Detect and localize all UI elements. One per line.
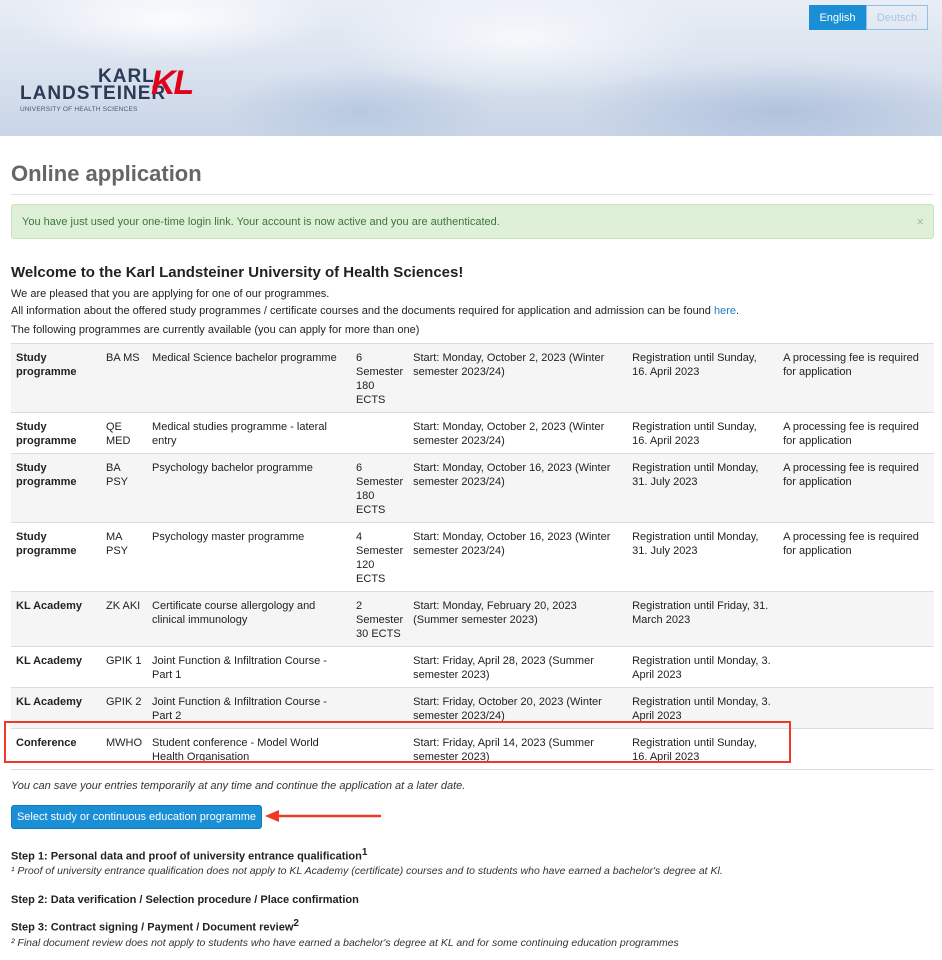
save-note: You can save your entries temporarily at… [11,780,466,792]
programme-ects: 2 Semester 30 ECTS [351,591,409,647]
title-divider [11,194,933,195]
programme-type: Conference [11,728,101,770]
programme-registration: Registration until Sunday, 16. April 202… [627,412,779,454]
programme-name: Joint Function & Infiltration Course - P… [147,687,352,729]
programme-start: Start: Monday, February 20, 2023 (Summer… [408,591,628,647]
programme-code: MA PSY [101,522,148,592]
programme-start: Start: Friday, April 28, 2023 (Summer se… [408,646,628,688]
programme-type: Study programme [11,412,101,454]
page-title: Online application [11,161,202,186]
alert-message: You have just used your one-time login l… [22,216,500,228]
programme-ects [351,728,409,770]
programme-registration: Registration until Monday, 3. April 2023 [627,687,779,729]
step-1-heading: Step 1: Personal data and proof of unive… [11,847,367,863]
programme-code: ZK AKI [101,591,148,647]
programme-fee-note [778,728,934,770]
table-row: KL Academy GPIK 2 Joint Function & Infiltr… [11,687,934,729]
programme-code: QE MED [101,412,148,454]
programme-ects [351,687,409,729]
programme-fee-note [778,687,934,729]
table-row: Study programme BA MS Medical Science bach… [11,343,934,413]
programme-code: MWHO [101,728,148,770]
programme-start: Start: Monday, October 2, 2023 (Winter s… [408,412,628,454]
programme-type: KL Academy [11,687,101,729]
header-banner: KARL LANDSTEINER KL UNIVERSITY OF HEALTH… [0,0,942,136]
table-row: Conference MWHO Student conference - Model… [11,728,934,770]
logo-text-landsteiner: LANDSTEINER [20,83,167,104]
programme-fee-note [778,646,934,688]
programme-code: GPIK 1 [101,646,148,688]
programme-name: Psychology bachelor programme [147,453,352,523]
programme-type: Study programme [11,453,101,523]
table-row: Study programme BA PSY Psychology bachelor… [11,453,934,523]
programme-registration: Registration until Monday, 31. July 2023 [627,453,779,523]
table-row: Study programme QE MED Medical studies pro… [11,412,934,454]
programme-ects [351,412,409,454]
programme-fee-note: A processing fee is required for applica… [778,453,934,523]
programme-start: Start: Friday, October 20, 2023 (Winter … [408,687,628,729]
intro-text-1: We are pleased that you are applying for… [11,288,330,300]
programme-registration: Registration until Monday, 3. April 2023 [627,646,779,688]
programme-name: Medical Science bachelor programme [147,343,352,413]
programme-fee-note: A processing fee is required for applica… [778,522,934,592]
programme-ects: 6 Semester 180 ECTS [351,453,409,523]
intro-text-3: The following programmes are currently a… [11,324,420,336]
programme-start: Start: Monday, October 16, 2023 (Winter … [408,522,628,592]
programme-type: KL Academy [11,646,101,688]
step-1-text: Step 1: Personal data and proof of unive… [11,850,362,863]
programme-type: Study programme [11,522,101,592]
step-1-footnote-marker: 1 [361,847,368,858]
logo-subtitle: UNIVERSITY OF HEALTH SCIENCES [20,106,138,113]
intro-text-2: All information about the offered study … [11,305,739,317]
programme-registration: Registration until Sunday, 16. April 202… [627,343,779,413]
programmes-table: Study programme BA MS Medical Science bach… [11,343,934,770]
programme-ects [351,646,409,688]
footnote-2: ² Final document review does not apply t… [11,937,679,949]
close-icon[interactable]: × [916,214,924,229]
programme-registration: Registration until Sunday, 16. April 202… [627,728,779,770]
programme-name: Joint Function & Infiltration Course - P… [147,646,352,688]
table-row: KL Academy GPIK 1 Joint Function & Infiltr… [11,646,934,688]
language-german-button[interactable]: Deutsch [866,5,928,30]
intro-text-2-end: . [736,305,740,317]
programme-code: GPIK 2 [101,687,148,729]
step-2-heading: Step 2: Data verification / Selection pr… [11,894,359,906]
programme-name: Psychology master programme [147,522,352,592]
step-3-footnote-marker: 2 [293,918,299,929]
programme-start: Start: Monday, October 16, 2023 (Winter … [408,453,628,523]
language-switcher: English Deutsch [809,5,928,30]
step-3-heading: Step 3: Contract signing / Payment / Doc… [11,918,299,934]
success-alert: You have just used your one-time login l… [11,204,934,239]
table-row: Study programme MA PSY Psychology master p… [11,522,934,592]
programme-registration: Registration until Friday, 31. March 202… [627,591,779,647]
programme-ects: 6 Semester 180 ECTS [351,343,409,413]
programme-registration: Registration until Monday, 31. July 2023 [627,522,779,592]
step-3-text: Step 3: Contract signing / Payment / Doc… [11,921,294,934]
programme-type: KL Academy [11,591,101,647]
programme-name: Certificate course allergology and clini… [147,591,352,647]
arrow-annotation-icon [265,810,381,822]
select-programme-button[interactable]: Select study or continuous education pro… [11,805,262,829]
programme-name: Medical studies programme - lateral entr… [147,412,352,454]
programme-fee-note: A processing fee is required for applica… [778,343,934,413]
programme-start: Start: Monday, October 2, 2023 (Winter s… [408,343,628,413]
programme-code: BA MS [101,343,148,413]
footnote-1: ¹ Proof of university entrance qualifica… [11,865,723,877]
programme-type: Study programme [11,343,101,413]
intro-text-2-body: All information about the offered study … [11,305,714,317]
programme-code: BA PSY [101,453,148,523]
logo-mark-kl: KL [151,64,194,102]
programme-fee-note: A processing fee is required for applica… [778,412,934,454]
language-english-button[interactable]: English [809,5,866,30]
programme-name: Student conference - Model World Health … [147,728,352,770]
programme-fee-note [778,591,934,647]
programme-ects: 4 Semester 120 ECTS [351,522,409,592]
welcome-heading: Welcome to the Karl Landsteiner Universi… [11,264,464,281]
info-link-here[interactable]: here [714,305,736,317]
programme-start: Start: Friday, April 14, 2023 (Summer se… [408,728,628,770]
table-row: KL Academy ZK AKI Certificate course aller… [11,591,934,647]
